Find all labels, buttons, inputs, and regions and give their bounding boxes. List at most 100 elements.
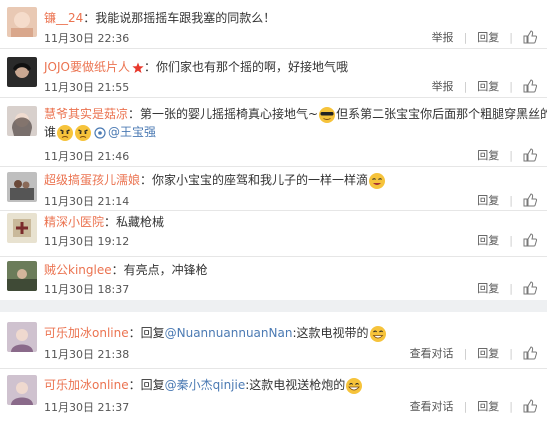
mention-icon — [94, 126, 106, 139]
like-icon[interactable] — [523, 193, 538, 207]
divider: | — [463, 346, 468, 360]
avatar[interactable] — [7, 7, 37, 37]
laugh-emoji-icon — [346, 377, 363, 394]
reply-button[interactable]: 回复 — [477, 398, 499, 414]
comment-actions: 回复 | — [467, 232, 538, 248]
vip-star-icon — [132, 62, 144, 73]
reply-line: 可乐加冰online：回复@秦小杰qinjie:这款电视送枪炮的 — [44, 376, 537, 395]
reply-button[interactable]: 回复 — [477, 78, 499, 94]
reply-button[interactable]: 回复 — [477, 345, 499, 361]
smile-emoji-icon — [369, 172, 386, 189]
like-icon[interactable] — [523, 79, 538, 93]
reply-button[interactable]: 回复 — [477, 147, 499, 163]
comment-item: 精深小医院：私藏枪械 11月30日 19:12 回复 | — [0, 211, 547, 256]
commenter-name[interactable]: 可乐加冰online — [44, 326, 129, 340]
comment-line: JOJO要做纸片人 ：你们家也有那个摇的啊，好接地气哦 — [44, 58, 537, 76]
divider: | — [509, 346, 513, 360]
like-icon[interactable] — [523, 281, 538, 295]
comment-time: 11月30日 21:55 — [44, 81, 130, 94]
comment-time: 11月30日 22:36 — [44, 32, 130, 45]
comment-item: 慧爷其实是菇凉：第一张的婴儿摇摇椅真心接地气~ 但系第二张宝宝你后面那个粗腿穿黑丝… — [0, 98, 547, 166]
comment-actions: 回复 | — [467, 280, 538, 296]
reply-button[interactable]: 回复 — [477, 280, 499, 296]
replies-panel: 可乐加冰online：回复@NuannuannuanNan:这款电视带的 11月… — [0, 312, 547, 427]
divider: | — [509, 233, 513, 247]
comment-line: 镰__24：我能说那摇摇车跟我塞的同款么！ — [44, 9, 537, 27]
divider: | — [509, 193, 513, 207]
like-icon[interactable] — [523, 30, 538, 44]
avatar[interactable] — [7, 57, 37, 87]
comment-text: 但系第二张宝宝你后面那个粗腿穿黑丝的是 — [336, 107, 547, 121]
report-button[interactable]: 举报 — [432, 78, 454, 94]
commenter-name[interactable]: 慧爷其实是菇凉 — [44, 107, 128, 121]
mention-link[interactable]: @NuannuannuanNan — [165, 326, 293, 340]
reply-actions: 查看对话 | 回复 | — [400, 398, 538, 414]
avatar[interactable] — [7, 322, 37, 352]
reply-button[interactable]: 回复 — [477, 232, 499, 248]
comment-time: 11月30日 21:46 — [44, 150, 130, 163]
avatar[interactable] — [7, 261, 37, 291]
reply-item: 可乐加冰online：回复@NuannuannuanNan:这款电视带的 11月… — [0, 312, 547, 368]
reply-actions: 查看对话 | 回复 | — [400, 345, 538, 361]
cool-emoji-icon — [319, 106, 336, 123]
avatar[interactable] — [7, 106, 37, 136]
comment-line: 慧爷其实是菇凉：第一张的婴儿摇摇椅真心接地气~ 但系第二张宝宝你后面那个粗腿穿黑丝… — [44, 105, 547, 124]
commenter-name[interactable]: 精深小医院 — [44, 215, 104, 229]
like-icon[interactable] — [523, 148, 538, 162]
commenter-name[interactable]: 镰__24 — [44, 11, 83, 25]
comment-text: ：第一张的婴儿摇摇椅真心接地气~ — [128, 107, 319, 121]
reply-time: 11月30日 21:37 — [44, 401, 130, 414]
grin-emoji-icon — [369, 325, 386, 342]
reply-prefix: ：回复 — [128, 378, 165, 392]
divider: | — [463, 399, 468, 413]
angry-emoji-icon — [57, 124, 74, 141]
like-icon[interactable] — [523, 346, 538, 360]
comment-time: 11月30日 19:12 — [44, 235, 130, 248]
comment-item: 超级搞蛋孩儿濡娘：你家小宝宝的座驾和我儿子的一样一样滴 11月30日 21:14… — [0, 167, 547, 210]
reply-text: :这款电视带的 — [292, 326, 369, 340]
comment-actions: 举报 | 回复 | — [422, 78, 538, 94]
comment-line: 超级搞蛋孩儿濡娘：你家小宝宝的座驾和我儿子的一样一样滴 — [44, 171, 537, 190]
commenter-name[interactable]: 超级搞蛋孩儿濡娘 — [44, 173, 140, 187]
view-conversation-button[interactable]: 查看对话 — [410, 345, 454, 361]
commenter-name[interactable]: 贼公kinglee — [44, 263, 112, 277]
view-conversation-button[interactable]: 查看对话 — [410, 398, 454, 414]
section-gap — [0, 300, 547, 312]
report-button[interactable]: 举报 — [432, 29, 454, 45]
reply-line: 可乐加冰online：回复@NuannuannuanNan:这款电视带的 — [44, 324, 537, 343]
reply-button[interactable]: 回复 — [477, 192, 499, 208]
mention-link[interactable]: @王宝强 — [108, 125, 156, 139]
avatar[interactable] — [7, 172, 37, 202]
like-icon[interactable] — [523, 233, 538, 247]
comment-item: JOJO要做纸片人 ：你们家也有那个摇的啊，好接地气哦 11月30日 21:55 … — [0, 49, 547, 97]
divider: | — [463, 79, 468, 93]
reply-prefix: ：回复 — [128, 326, 165, 340]
divider: | — [463, 30, 468, 44]
comment-actions: 回复 | — [467, 192, 538, 208]
comments-panel: 镰__24：我能说那摇摇车跟我塞的同款么！ 11月30日 22:36 举报 | … — [0, 0, 547, 300]
avatar[interactable] — [7, 213, 37, 243]
comment-time: 11月30日 21:14 — [44, 195, 130, 208]
comment-text: ：我能说那摇摇车跟我塞的同款么！ — [83, 11, 276, 25]
comment-text: ：有亮点，冲锋枪 — [111, 263, 208, 277]
commenter-name[interactable]: 可乐加冰online — [44, 378, 129, 392]
comment-text: ：你家小宝宝的座驾和我儿子的一样一样滴 — [140, 173, 369, 187]
comment-line: 贼公kinglee：有亮点，冲锋枪 — [44, 261, 537, 279]
reply-time: 11月30日 21:38 — [44, 348, 130, 361]
comment-item: 贼公kinglee：有亮点，冲锋枪 11月30日 18:37 回复 | — [0, 257, 547, 300]
commenter-name[interactable]: JOJO要做纸片人 — [44, 60, 130, 74]
mention-link[interactable]: @秦小杰qinjie — [165, 378, 246, 392]
divider: | — [509, 79, 513, 93]
divider: | — [509, 148, 513, 162]
comment-text: ：私藏枪械 — [104, 215, 165, 229]
reply-item: 可乐加冰online：回复@秦小杰qinjie:这款电视送枪炮的 11月30日 … — [0, 369, 547, 427]
comment-line: 精深小医院：私藏枪械 — [44, 213, 537, 231]
divider: | — [509, 399, 513, 413]
angry-emoji-icon — [75, 124, 92, 141]
divider: | — [509, 30, 513, 44]
like-icon[interactable] — [523, 399, 538, 413]
avatar[interactable] — [7, 375, 37, 405]
comment-line: 谁 @王宝强 — [44, 123, 537, 142]
reply-button[interactable]: 回复 — [477, 29, 499, 45]
reply-text: :这款电视送枪炮的 — [245, 378, 346, 392]
